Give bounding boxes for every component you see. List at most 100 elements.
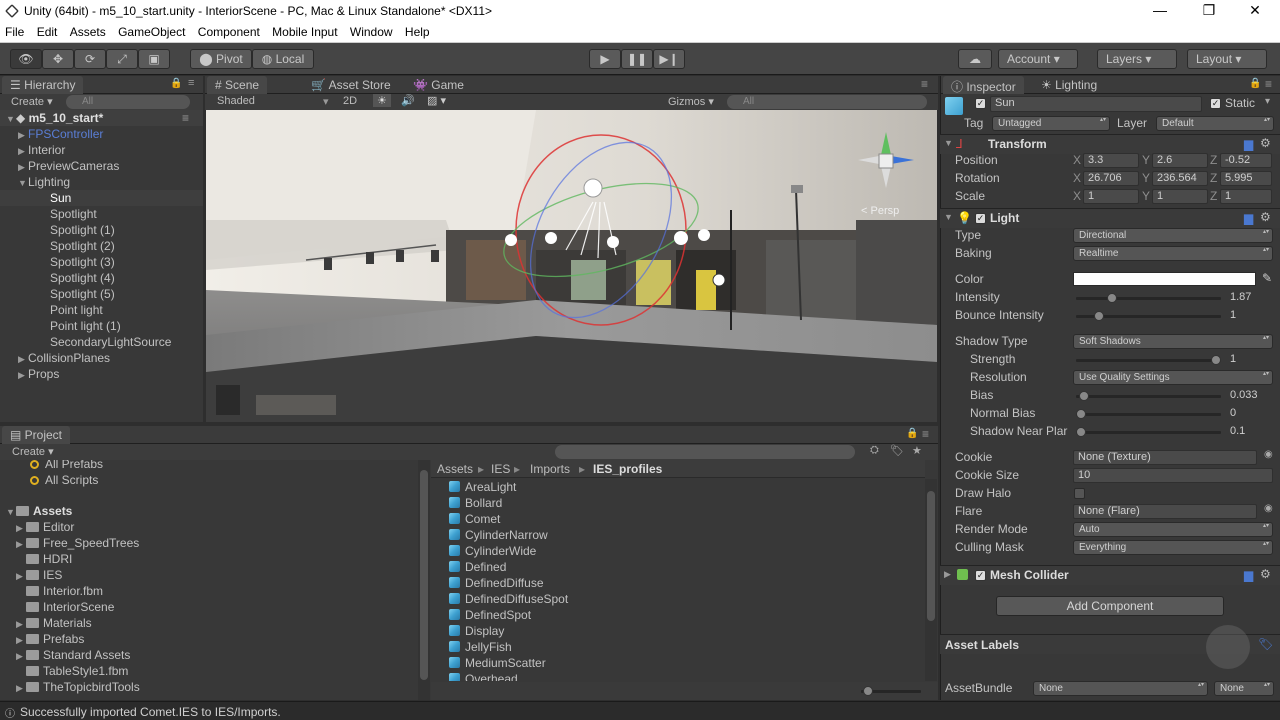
axis-label-y[interactable]: Y: [1142, 153, 1150, 167]
intensity-value[interactable]: 1.87: [1226, 291, 1273, 306]
pause-button[interactable]: ❚❚: [621, 49, 653, 69]
gear-icon[interactable]: ⚙: [1260, 567, 1271, 581]
tag-icon[interactable]: 🏷: [1258, 637, 1273, 651]
light-enabled-checkbox[interactable]: ✓: [975, 213, 986, 224]
hierarchy-item[interactable]: ▼Lighting: [0, 174, 203, 190]
bias-value[interactable]: 0.033: [1226, 389, 1273, 404]
expand-icon[interactable]: ▶: [16, 568, 26, 584]
layout-dropdown[interactable]: Layout ▾: [1187, 49, 1267, 69]
project-folder[interactable]: ▶ Prefabs: [16, 631, 84, 647]
maximize-button[interactable]: ❐: [1194, 2, 1224, 19]
hand-tool-button[interactable]: 👁: [10, 49, 42, 69]
project-file[interactable]: DefinedDiffuseSpot: [449, 591, 568, 607]
rotation-z-field[interactable]: 5.995: [1220, 171, 1272, 186]
object-name-field[interactable]: Sun: [990, 96, 1202, 112]
mesh-collider-checkbox[interactable]: ✓: [975, 570, 986, 581]
hierarchy-item[interactable]: SecondaryLightSource: [0, 334, 203, 350]
color-swatch[interactable]: [1073, 272, 1256, 286]
scene-menu-icon[interactable]: ≡: [182, 110, 189, 126]
breadcrumb-imports[interactable]: Imports: [530, 462, 570, 476]
hierarchy-item[interactable]: Spotlight (2): [0, 238, 203, 254]
rotation-x-field[interactable]: 26.706: [1083, 171, 1139, 186]
expand-icon[interactable]: ▶: [18, 367, 28, 383]
files-scrollbar-thumb[interactable]: [927, 491, 935, 621]
hierarchy-item[interactable]: ▶ PreviewCameras: [0, 158, 203, 174]
axis-label-z[interactable]: Z: [1210, 171, 1217, 185]
lighting-toggle-icon[interactable]: ☀: [373, 94, 391, 107]
tab-lighting[interactable]: ☀ Lighting: [1033, 76, 1105, 94]
culling-dropdown[interactable]: Everything: [1073, 540, 1273, 555]
rotation-y-field[interactable]: 236.564: [1152, 171, 1208, 186]
flare-field[interactable]: None (Flare): [1073, 504, 1257, 519]
project-file[interactable]: DefinedDiffuse: [449, 575, 544, 591]
position-x-field[interactable]: 3.3: [1083, 153, 1139, 168]
lock-icon[interactable]: 🔒: [1249, 78, 1261, 89]
tree-scrollbar-thumb[interactable]: [420, 470, 428, 680]
lock-icon[interactable]: 🔒: [906, 428, 918, 439]
expand-icon[interactable]: ▶: [18, 143, 28, 159]
account-dropdown[interactable]: Account ▾: [998, 49, 1078, 69]
expand-icon[interactable]: ▶: [18, 351, 28, 367]
minimize-button[interactable]: —: [1145, 2, 1175, 18]
hierarchy-item[interactable]: Point light: [0, 302, 203, 318]
project-folder[interactable]: ▶ Free_SpeedTrees: [16, 535, 139, 551]
object-picker-icon[interactable]: ◉: [1264, 503, 1273, 514]
files-scrollbar[interactable]: [925, 479, 937, 681]
project-file[interactable]: AreaLight: [449, 479, 516, 495]
eyedropper-icon[interactable]: ✎: [1262, 271, 1272, 285]
strength-slider[interactable]: [1076, 359, 1221, 362]
hierarchy-item[interactable]: Spotlight (5): [0, 286, 203, 302]
asset-bundle-dropdown[interactable]: None: [1033, 681, 1208, 696]
rotate-tool-button[interactable]: ⟳: [74, 49, 106, 69]
layer-dropdown[interactable]: Default: [1156, 116, 1274, 131]
project-search-input[interactable]: [555, 445, 855, 459]
project-file[interactable]: MediumScatter: [449, 655, 546, 671]
project-folder[interactable]: HDRI: [16, 551, 72, 567]
filter-label-icon[interactable]: 🏷: [890, 444, 904, 457]
help-icon[interactable]: ▆: [1244, 568, 1253, 582]
chevron-down-icon[interactable]: ▾: [1265, 96, 1270, 107]
cloud-button[interactable]: ☁: [958, 49, 992, 69]
type-dropdown[interactable]: Directional: [1073, 228, 1273, 243]
menu-window[interactable]: Window: [345, 23, 397, 39]
2d-toggle[interactable]: 2D: [343, 95, 357, 107]
menu-component[interactable]: Component: [193, 23, 264, 39]
project-folder[interactable]: TableStyle1.fbm: [16, 663, 128, 679]
local-toggle[interactable]: ◍ Local: [252, 49, 314, 69]
hierarchy-item[interactable]: ▶ Props: [0, 366, 203, 382]
project-file[interactable]: DefinedSpot: [449, 607, 531, 623]
menu-gameobject[interactable]: GameObject: [113, 23, 189, 39]
cookie-size-field[interactable]: 10: [1073, 468, 1273, 483]
static-checkbox[interactable]: ✓: [1210, 98, 1221, 109]
breadcrumb-assets[interactable]: Assets: [437, 462, 473, 476]
tab-game[interactable]: 👾 Game: [405, 76, 472, 94]
gear-icon[interactable]: ⚙: [1260, 210, 1271, 224]
mesh-collider-header[interactable]: ▶ ✓ Mesh Collider ▆ ⚙: [940, 565, 1280, 585]
position-y-field[interactable]: 2.6: [1152, 153, 1208, 168]
bias-slider-knob[interactable]: [1078, 391, 1089, 401]
axis-label-z[interactable]: Z: [1210, 153, 1217, 167]
tab-inspector[interactable]: ⓘ Inspector: [943, 76, 1024, 94]
menu-help[interactable]: Help: [400, 23, 434, 39]
close-button[interactable]: ✕: [1240, 2, 1270, 19]
lock-icon[interactable]: 🔒: [170, 78, 182, 89]
menu-mobile-input[interactable]: Mobile Input: [267, 23, 341, 39]
intensity-slider-knob[interactable]: [1107, 293, 1118, 303]
audio-toggle-icon[interactable]: 🔊: [401, 94, 415, 107]
near-plane-slider[interactable]: [1076, 431, 1221, 434]
bounce-value[interactable]: 1: [1226, 309, 1273, 324]
hierarchy-create-button[interactable]: Create ▾: [11, 95, 53, 108]
axis-label-y[interactable]: Y: [1142, 171, 1150, 185]
project-folder[interactable]: ▶ IES: [16, 567, 62, 583]
near-plane-value[interactable]: 0.1: [1226, 425, 1273, 440]
menu-edit[interactable]: Edit: [32, 23, 62, 39]
tag-dropdown[interactable]: Untagged: [992, 116, 1110, 131]
expand-icon[interactable]: ▶: [16, 616, 26, 632]
hierarchy-item[interactable]: Point light (1): [0, 318, 203, 334]
normal-bias-slider-knob[interactable]: [1076, 409, 1086, 419]
scale-tool-button[interactable]: ⤢: [106, 49, 138, 69]
project-file[interactable]: Comet: [449, 511, 500, 527]
scene-search-input[interactable]: All: [727, 95, 927, 109]
tab-scene[interactable]: # Scene: [207, 76, 268, 94]
scale-y-field[interactable]: 1: [1152, 189, 1208, 204]
